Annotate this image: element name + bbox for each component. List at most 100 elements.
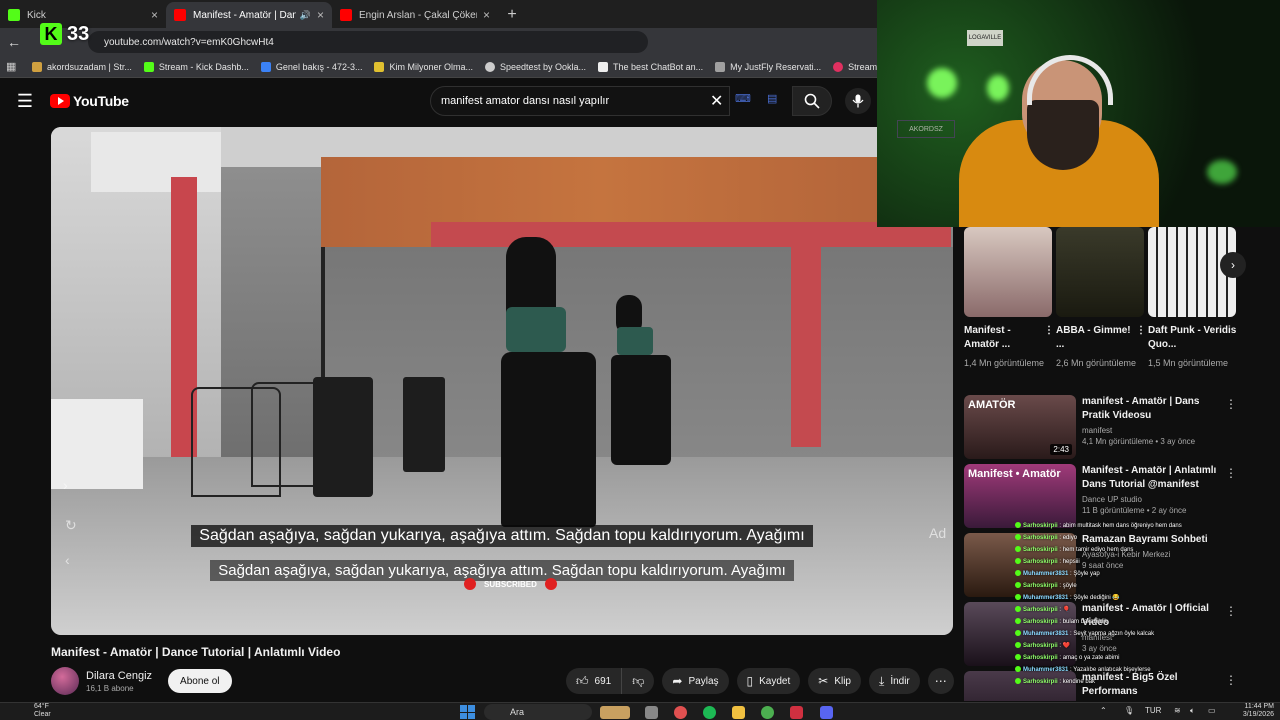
short-card[interactable]: ABBA - Gimme! ... ⋮ 2,6 Mn görüntüleme — [1056, 227, 1146, 370]
recommendation-item[interactable]: AMATÖR 2:43 manifest - Amatör | Dans Pra… — [964, 395, 1222, 459]
chat-username[interactable]: Muhammer3831 — [1023, 631, 1068, 637]
weather-widget[interactable]: 64°F Clear — [34, 703, 51, 719]
url-field[interactable]: youtube.com/watch?v=emK0GhcwHt4 — [88, 31, 648, 53]
folder-icon[interactable] — [732, 706, 745, 719]
widget-icon[interactable] — [600, 706, 630, 719]
short-thumbnail[interactable] — [1056, 227, 1144, 317]
chat-username[interactable]: Sarhoskirpii — [1023, 655, 1058, 661]
recommendation-channel[interactable]: manifest — [1082, 426, 1222, 435]
download-icon: ⤓ — [879, 673, 885, 688]
discord-icon[interactable] — [820, 706, 833, 719]
recommendation-title[interactable]: Manifest - Amatör | Anlatımlı Dans Tutor… — [1082, 464, 1222, 492]
chat-message: Muhammer3831 : Şöyle dediğini 😂 — [1015, 592, 1235, 604]
like-button[interactable]: 👍︎ 691 — [566, 668, 623, 694]
chevron-right-icon[interactable]: › — [63, 477, 68, 493]
tab-title: Engin Arslan - Çakal Çökerten 2 — [359, 9, 477, 21]
webcam-light — [927, 68, 957, 98]
more-vertical-icon[interactable]: ⋮ — [1225, 397, 1237, 411]
more-vertical-icon[interactable]: ⋮ — [1225, 466, 1237, 480]
microphone-icon[interactable]: 🎙︎ — [1124, 706, 1134, 715]
translate-icon[interactable]: ▤ — [767, 92, 777, 105]
bookmark-item[interactable]: Speedtest by Ookla... — [484, 61, 586, 72]
battery-icon[interactable]: ▭ — [1208, 706, 1216, 715]
close-icon[interactable]: × — [151, 8, 158, 22]
short-card[interactable]: Manifest - Amatör ... ⋮ 1,4 Mn görüntülem… — [964, 227, 1054, 370]
close-icon[interactable]: × — [317, 8, 324, 22]
clip-button[interactable]: ✂ Klip — [808, 668, 861, 694]
webcam-light — [1207, 160, 1237, 184]
search-input[interactable]: manifest amator dansı nasıl yapılır — [430, 86, 730, 116]
share-button[interactable]: ➦ Paylaş — [662, 668, 729, 694]
channel-name[interactable]: Dilara Cengiz — [86, 670, 152, 682]
chevron-up-icon[interactable]: ⌃ — [1100, 706, 1107, 715]
bookmark-item[interactable]: Genel bakış - 472-3... — [260, 61, 362, 72]
chat-username[interactable]: Muhammer3831 — [1023, 595, 1068, 601]
shorts-next-button[interactable]: › — [1220, 252, 1246, 278]
download-button[interactable]: ⤓ İndir — [869, 668, 920, 694]
chat-username[interactable]: Sarhoskirpii — [1023, 619, 1058, 625]
tab-youtube-engin[interactable]: Engin Arslan - Çakal Çökerten 2 × — [332, 2, 498, 28]
recommendation-thumbnail[interactable]: Manifest • Amatör — [964, 464, 1076, 528]
bookmark-item[interactable]: Kim Milyoner Olma... — [374, 61, 473, 72]
spotify-icon[interactable] — [703, 706, 716, 719]
more-actions-button[interactable]: ⋯ — [927, 668, 954, 694]
language-indicator[interactable]: TUR — [1145, 706, 1161, 715]
chat-username[interactable]: Sarhoskirpii — [1023, 583, 1058, 589]
chat-username[interactable]: Sarhoskirpii — [1023, 547, 1058, 553]
tab-youtube-manifest[interactable]: Manifest - Amatör | Dance Tutor 🔊 × — [166, 2, 332, 28]
short-thumbnail[interactable] — [964, 227, 1052, 317]
short-card[interactable]: Daft Punk - Veridis Quo... 1,5 Mn görünt… — [1148, 227, 1238, 370]
windows-start-icon[interactable] — [460, 705, 476, 719]
chat-username[interactable]: Sarhoskirpii — [1023, 607, 1058, 613]
volume-icon[interactable]: 🔈︎ — [1190, 706, 1195, 716]
taskbar-search[interactable]: Ara — [484, 704, 592, 720]
apps-grid-icon[interactable]: ▦ — [6, 60, 24, 73]
system-clock[interactable]: 11:44 PM 3/19/2026 — [1226, 703, 1274, 719]
bookmark-item[interactable]: My JustFly Reservati... — [715, 61, 821, 72]
search-button[interactable] — [792, 86, 832, 116]
recommendation-thumbnail[interactable]: AMATÖR 2:43 — [964, 395, 1076, 459]
chat-username[interactable]: Sarhoskirpii — [1023, 535, 1058, 541]
wifi-icon[interactable]: ≋ — [1174, 706, 1181, 715]
chat-badge-icon — [1015, 582, 1021, 589]
new-tab-button[interactable]: + — [498, 2, 526, 28]
chat-username[interactable]: Muhammer3831 — [1023, 667, 1068, 673]
stream-chat-overlay: Sarhoskirpii : abim multitask hem dans ö… — [1015, 520, 1235, 698]
video-player[interactable]: › ↻ ‹ Ad Sağdan aşağıya, sağdan yukarıya… — [51, 127, 953, 635]
save-button[interactable]: ▯ Kaydet — [736, 668, 801, 694]
dislike-button[interactable]: 👎︎ — [622, 674, 654, 689]
bookmark-item[interactable]: Stream - Kick Dashb... — [143, 61, 249, 72]
youtube-logo[interactable]: YouTube — [50, 93, 129, 109]
bookmark-item[interactable]: akordsuzadam | Str... — [32, 61, 132, 72]
short-views: 1,4 Mn görüntüleme — [964, 358, 1045, 368]
bookmark-item[interactable]: The best ChatBot an... — [598, 61, 703, 72]
close-icon[interactable]: × — [483, 8, 490, 22]
recommendation-title[interactable]: manifest - Amatör | Dans Pratik Videosu — [1082, 395, 1222, 423]
chat-badge-icon — [1015, 594, 1021, 601]
app-icon[interactable] — [674, 706, 687, 719]
chrome-icon[interactable] — [761, 706, 774, 719]
tab-title: Manifest - Amatör | Dance Tutor — [193, 9, 296, 21]
recommendation-item[interactable]: Manifest • Amatör Manifest - Amatör | An… — [964, 464, 1222, 528]
chat-username[interactable]: Sarhoskirpii — [1023, 643, 1058, 649]
chat-username[interactable]: Sarhoskirpii — [1023, 679, 1058, 685]
clear-search-icon[interactable]: ✕ — [710, 91, 723, 111]
subscribe-button[interactable]: Abone ol — [168, 669, 232, 693]
keyboard-icon[interactable]: ⌨ — [735, 92, 751, 105]
chatbot-icon — [598, 61, 609, 72]
recommendation-channel[interactable]: Dance UP studio — [1082, 495, 1222, 504]
duration-badge: 2:43 — [1050, 444, 1072, 455]
voice-search-button[interactable] — [845, 88, 871, 114]
chat-username[interactable]: Muhammer3831 — [1023, 571, 1068, 577]
channel-avatar[interactable] — [51, 667, 79, 695]
chat-username[interactable]: Sarhoskirpii — [1023, 559, 1058, 565]
back-icon[interactable]: ← — [0, 34, 28, 50]
speaker-icon[interactable]: 🔊 — [300, 10, 311, 21]
chat-username[interactable]: Sarhoskirpii — [1023, 523, 1058, 529]
more-vertical-icon[interactable]: ⋮ — [1044, 324, 1054, 352]
chat-text: Şöyle yap — [1073, 571, 1100, 577]
app-icon[interactable] — [790, 706, 803, 719]
more-vertical-icon[interactable]: ⋮ — [1136, 324, 1146, 352]
task-view-icon[interactable] — [645, 706, 658, 719]
menu-icon[interactable]: ☰ — [0, 91, 50, 112]
